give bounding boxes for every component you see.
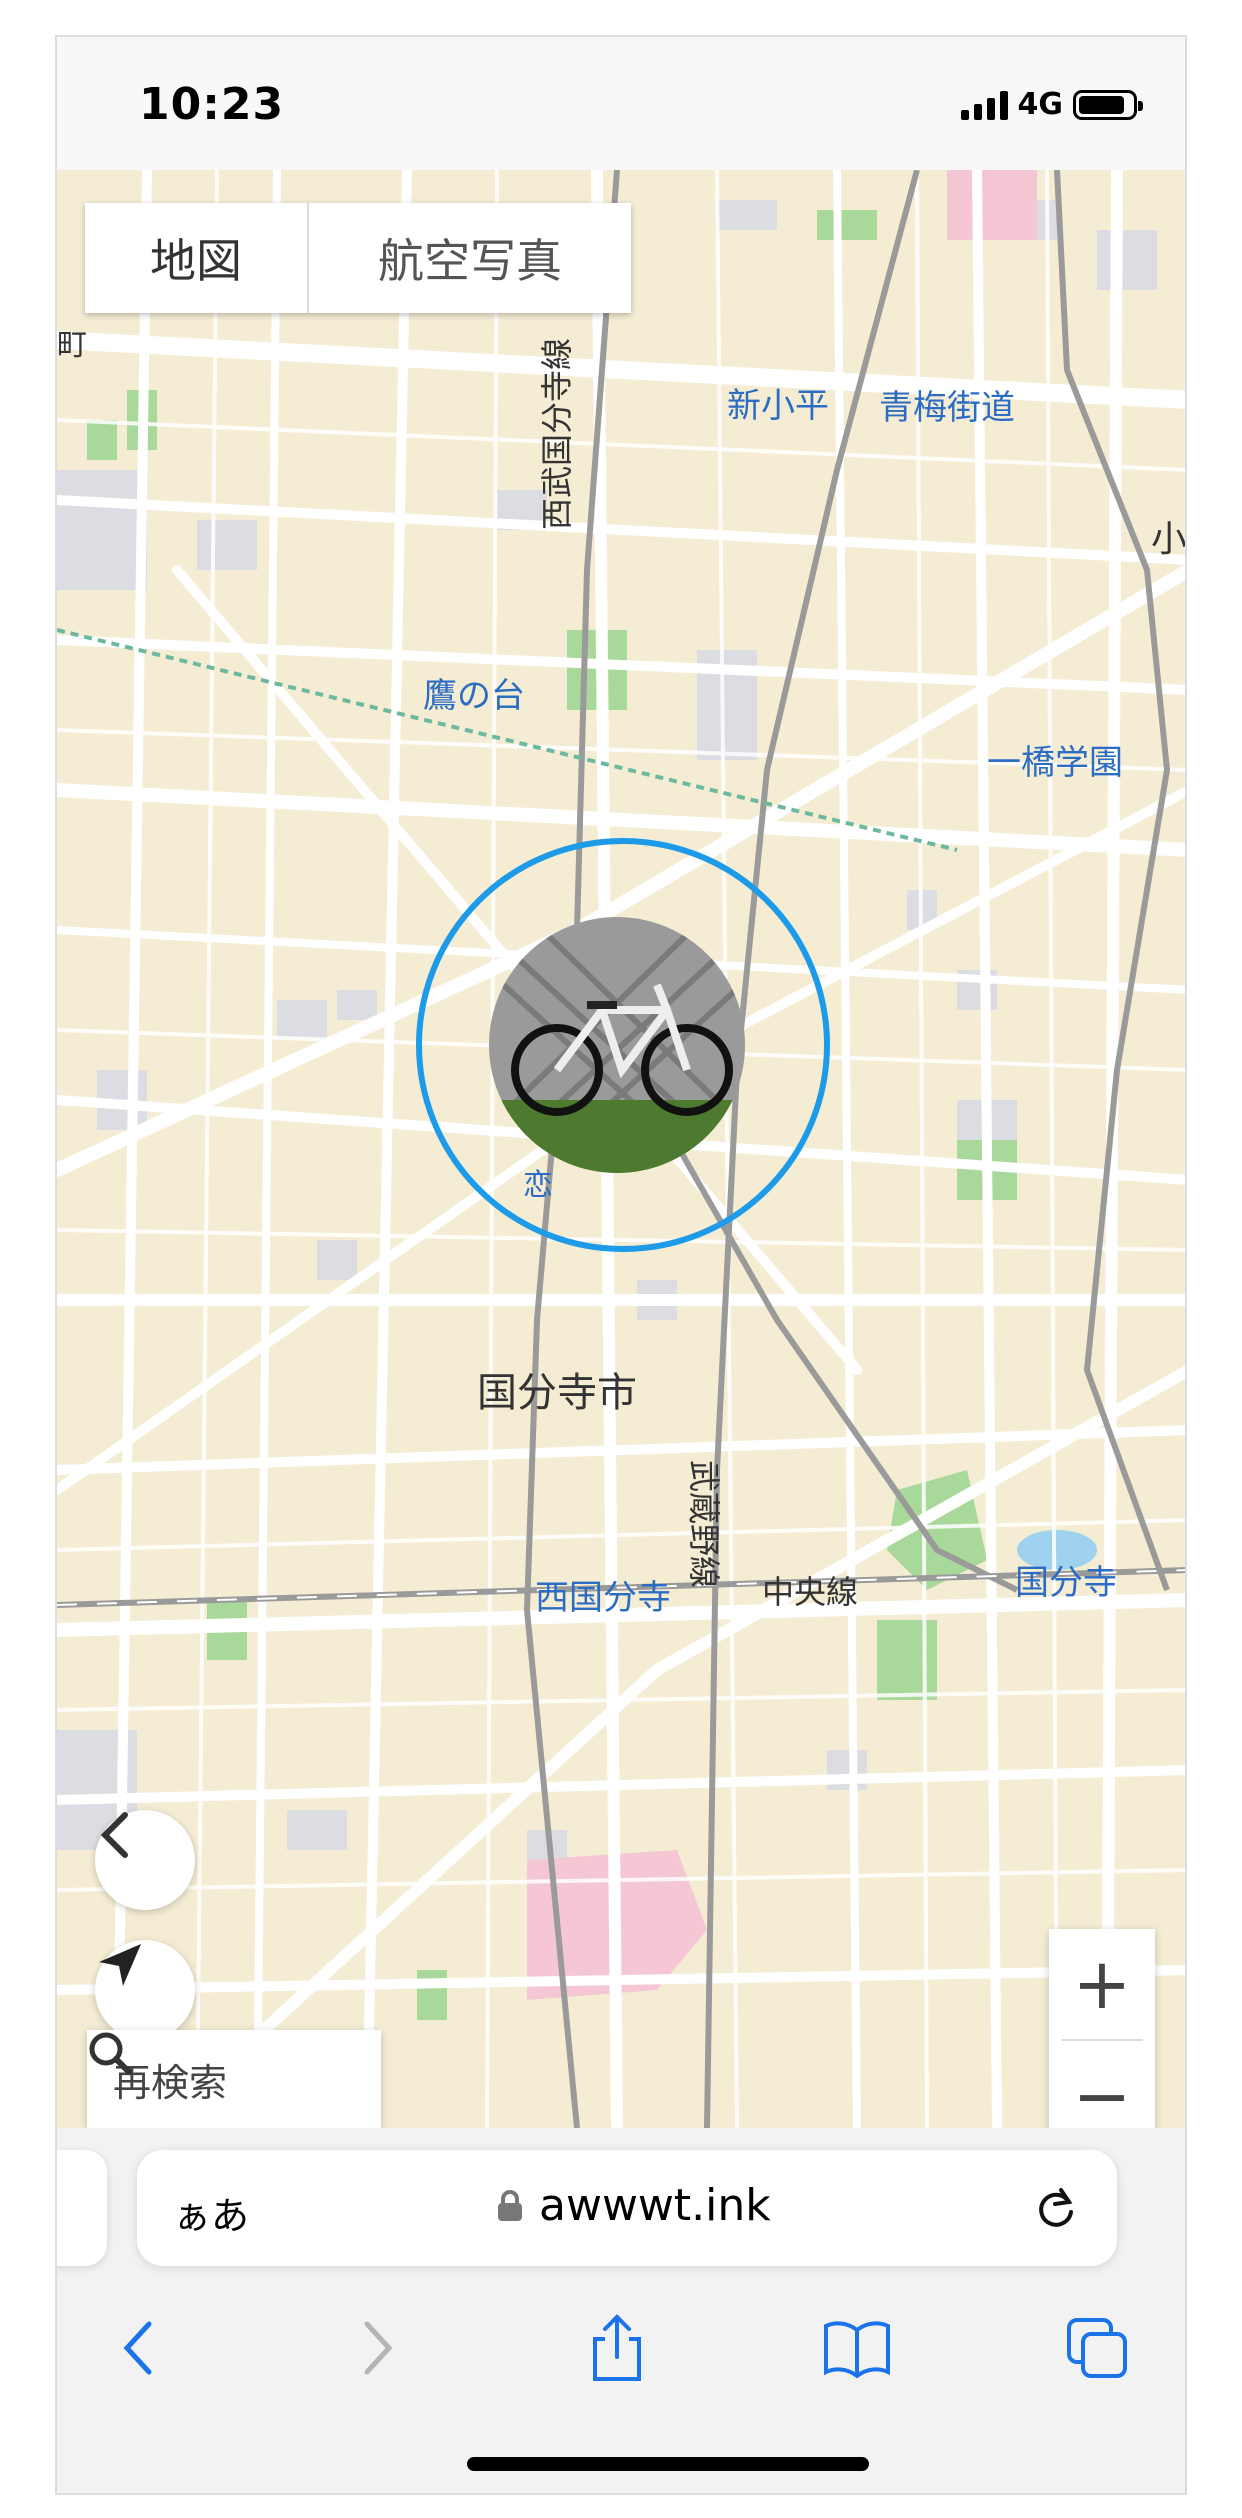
map-type-map-button[interactable]: 地図 — [85, 203, 309, 313]
status-time: 10:23 — [139, 79, 285, 130]
map-label-station-takanodai[interactable]: 鷹の台 — [423, 668, 525, 717]
map-view[interactable]: 地図 航空写真 町 小 新小平 青梅街道 西武国分寺線 鷹の台 一橋学園 恋 国… — [57, 170, 1185, 2128]
share-icon — [593, 2314, 641, 2381]
map-label-partial-under-pin: 恋 — [523, 1168, 553, 1203]
address-bar[interactable]: ぁあ awwwt.ink — [137, 2150, 1117, 2266]
back-icon — [100, 1812, 128, 1858]
browser-chrome: ぁあ awwwt.ink — [57, 2128, 1185, 2493]
bookmarks-button[interactable] — [807, 2298, 907, 2398]
locate-icon — [99, 1944, 141, 1986]
url-text: awwwt.ink — [539, 2180, 771, 2231]
lock-icon — [498, 2189, 522, 2221]
nav-forward-button[interactable] — [329, 2298, 429, 2398]
map-label-city-kokubunji: 国分寺市 — [477, 1370, 637, 1416]
text-size-button[interactable]: ぁあ — [173, 2185, 249, 2240]
map-label-partial-right: 小 — [1151, 519, 1185, 560]
share-button[interactable] — [567, 2298, 667, 2398]
tabs-button[interactable] — [1047, 2298, 1147, 2398]
status-bar: 10:23 4G — [57, 37, 1185, 170]
map-label-partial-left: 町 — [57, 328, 87, 363]
browser-toolbar — [57, 2298, 1185, 2408]
map-roads — [57, 170, 1185, 2128]
nav-back-icon — [123, 2321, 152, 2375]
map-label-station-hitotsubashi[interactable]: 一橋学園 — [987, 735, 1123, 784]
back-button[interactable] — [95, 1810, 195, 1910]
map-type-aerial-button[interactable]: 航空写真 — [309, 203, 631, 313]
tabs-icon — [1067, 2318, 1127, 2378]
status-icons: 4G — [960, 87, 1143, 122]
map-label-station-shinkodaira[interactable]: 新小平 — [727, 378, 829, 427]
nav-forward-icon — [364, 2321, 393, 2375]
reload-button[interactable] — [1033, 2184, 1079, 2234]
home-indicator[interactable] — [467, 2457, 869, 2471]
bookmarks-icon — [824, 2321, 890, 2378]
url-display[interactable]: awwwt.ink — [497, 2180, 771, 2231]
zoom-in-button[interactable]: + — [1049, 1929, 1155, 2039]
map-label-line-chuo: 中央線 — [762, 1573, 859, 1611]
battery-icon — [1073, 89, 1143, 120]
map-label-station-nishikokubunji[interactable]: 西国分寺 — [535, 1570, 671, 1619]
zoom-control: + − — [1049, 1929, 1155, 2128]
reload-icon — [1039, 2188, 1073, 2227]
map-label-station-omekaido[interactable]: 青梅街道 — [879, 380, 1015, 429]
map-label-line-musashino: 武蔵野線 — [685, 1460, 723, 1589]
zoom-out-button[interactable]: − — [1049, 2041, 1155, 2128]
signal-icon — [960, 90, 1008, 120]
phone-frame: 10:23 4G 地図 航空写真 町 小 新小平 青梅街道 西武国分寺線 鷹の台… — [55, 35, 1187, 2495]
locate-button[interactable] — [95, 1940, 195, 2040]
map-label-line-seibu: 西武国分寺線 — [538, 337, 576, 530]
nav-back-button[interactable] — [87, 2298, 187, 2398]
research-button[interactable]: 再検索 — [87, 2030, 381, 2128]
map-type-toggle: 地図 航空写真 — [85, 203, 631, 313]
search-icon — [89, 2032, 132, 2075]
network-type: 4G — [1017, 87, 1064, 122]
map-label-station-kokubunji[interactable]: 国分寺 — [1015, 1555, 1117, 1604]
previous-tab-preview[interactable] — [57, 2150, 107, 2266]
